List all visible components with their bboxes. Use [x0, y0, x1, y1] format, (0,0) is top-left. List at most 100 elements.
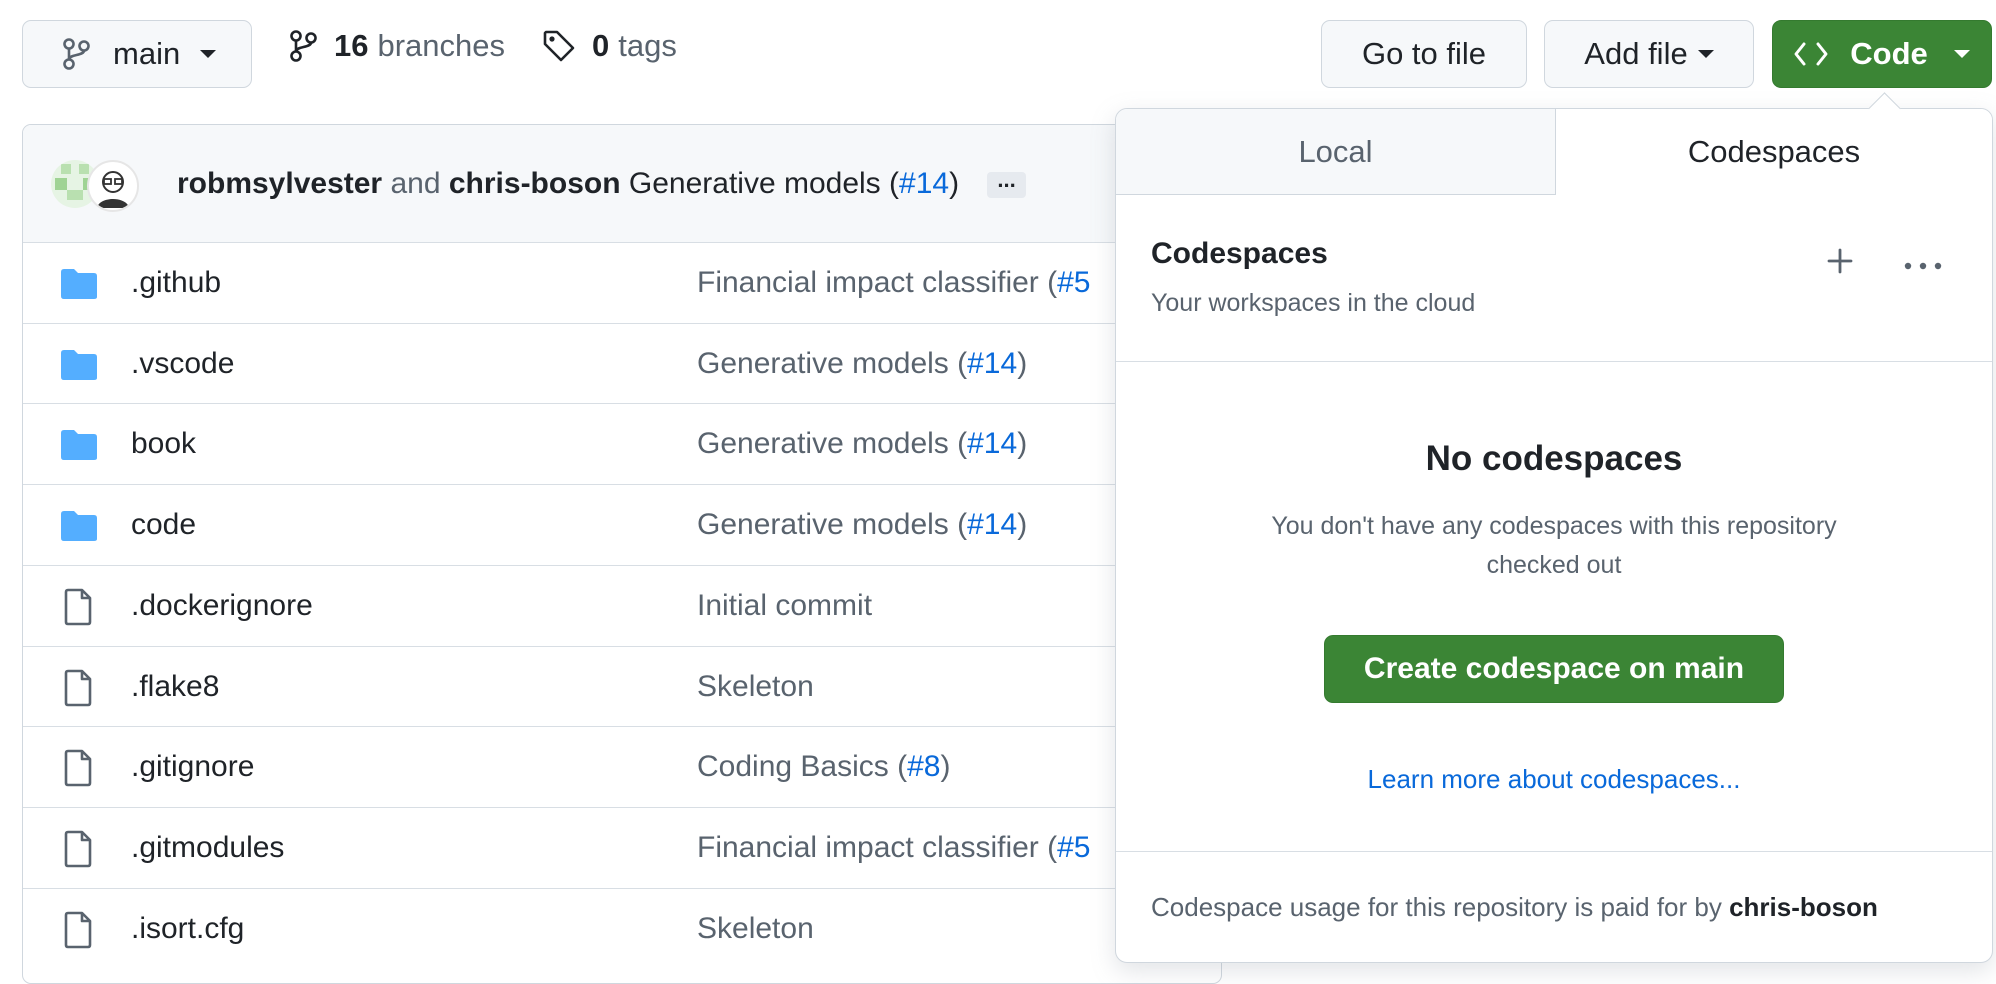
avatar[interactable]	[87, 159, 139, 212]
file-name-link[interactable]: book	[131, 427, 196, 461]
empty-state-title: No codespaces	[1425, 439, 1683, 478]
tab-codespaces[interactable]: Codespaces	[1556, 109, 1992, 195]
commit-avatars	[51, 154, 161, 214]
file-name-link[interactable]: .github	[131, 266, 221, 300]
branches-label: branches	[377, 28, 506, 63]
table-row: book Generative models (#14)	[23, 403, 1221, 484]
file-commit-text: Financial impact classifier (	[697, 266, 1058, 299]
billing-text: Codespace usage for this repository is p…	[1151, 892, 1722, 922]
tab-codespaces-label: Codespaces	[1687, 134, 1861, 169]
file-commit-pr-link[interactable]: #14	[967, 508, 1017, 541]
codespaces-title: Codespaces	[1151, 237, 1328, 270]
commit-author-link[interactable]: chris-boson	[449, 167, 621, 200]
table-row: code Generative models (#14)	[23, 484, 1221, 565]
file-list: robmsylvester and chris-boson Generative…	[22, 124, 1222, 984]
commit-title-close: )	[949, 166, 960, 200]
file-commit-text: Skeleton	[697, 911, 814, 945]
code-button[interactable]: Code	[1772, 20, 1992, 88]
file-commit-text: Generative models (	[697, 508, 968, 542]
file-commit-message[interactable]: Skeleton	[697, 912, 814, 946]
tab-local[interactable]: Local	[1116, 109, 1556, 195]
git-branch-icon	[61, 37, 91, 71]
file-commit-message[interactable]: Generative models (#14)	[697, 347, 1027, 381]
file-name-link[interactable]: .isort.cfg	[131, 912, 244, 946]
codespaces-header: Codespaces Your workspaces in the cloud	[1116, 195, 1992, 362]
branch-name: main	[113, 36, 181, 71]
billing-note: Codespace usage for this repository is p…	[1151, 892, 1878, 923]
table-row: .flake8 Skeleton	[23, 645, 1221, 727]
codespaces-subtitle: Your workspaces in the cloud	[1151, 289, 1476, 317]
folder-icon	[59, 348, 99, 382]
chevron-down-icon	[1953, 50, 1970, 58]
file-commit-close: )	[1017, 508, 1028, 542]
table-row: .gitmodules Financial impact classifier (…	[23, 806, 1221, 888]
commit-title[interactable]: Generative models (	[629, 167, 899, 200]
file-commit-text: Initial commit	[697, 588, 873, 622]
create-codespace-button[interactable]: Create codespace on main	[1324, 635, 1784, 703]
commit-conjunction: and	[390, 166, 441, 200]
table-row: .dockerignore Initial commit	[23, 564, 1221, 646]
file-commit-message[interactable]: Financial impact classifier (#5	[697, 266, 1090, 300]
file-commit-pr-link[interactable]: #5	[1057, 831, 1090, 864]
file-icon	[59, 749, 99, 787]
chevron-down-icon	[200, 50, 217, 58]
file-name-link[interactable]: code	[131, 508, 196, 542]
file-commit-message[interactable]: Generative models (#14)	[697, 508, 1027, 542]
plus-icon[interactable]	[1826, 247, 1854, 275]
code-icon	[1794, 41, 1828, 67]
file-commit-pr-link[interactable]: #14	[967, 427, 1017, 460]
tags-label: tags	[618, 28, 677, 63]
create-codespace-label: Create codespace on main	[1363, 652, 1745, 685]
file-name-link[interactable]: .gitignore	[131, 750, 254, 784]
kebab-horizontal-icon[interactable]	[1903, 261, 1943, 271]
file-icon	[59, 669, 99, 707]
expand-commit-button[interactable]: ...	[987, 168, 1026, 198]
branch-select-button[interactable]: main	[22, 20, 252, 88]
chevron-down-icon	[1697, 50, 1714, 58]
table-row: .isort.cfg Skeleton	[23, 887, 1221, 969]
file-icon	[59, 830, 99, 868]
branches-link[interactable]: 16 branches	[288, 28, 505, 64]
file-commit-close: )	[1017, 346, 1028, 380]
branches-count: 16	[334, 28, 369, 63]
commit-message: robmsylvester and chris-boson Generative…	[177, 167, 1026, 201]
go-to-file-button[interactable]: Go to file	[1321, 20, 1527, 88]
file-commit-message[interactable]: Generative models (#14)	[697, 427, 1027, 461]
file-commit-message[interactable]: Initial commit	[697, 589, 872, 623]
commit-author-link[interactable]: robmsylvester	[177, 167, 382, 200]
file-icon	[59, 588, 99, 626]
file-commit-close: )	[940, 750, 951, 784]
table-row: .vscode Generative models (#14)	[23, 322, 1221, 404]
file-commit-text: Generative models (	[697, 346, 968, 380]
commit-pr-link[interactable]: #14	[899, 167, 949, 200]
file-commit-message[interactable]: Coding Basics (#8)	[697, 750, 950, 784]
tag-icon	[542, 29, 576, 63]
file-commit-text: Skeleton	[697, 669, 814, 703]
file-commit-text: Financial impact classifier (	[697, 830, 1058, 864]
folder-icon	[59, 509, 99, 543]
go-to-file-label: Go to file	[1361, 36, 1487, 71]
folder-icon	[59, 428, 99, 462]
file-commit-message[interactable]: Financial impact classifier (#5	[697, 831, 1090, 865]
file-name-link[interactable]: .gitmodules	[131, 831, 284, 865]
tags-link[interactable]: 0 tags	[542, 28, 677, 64]
file-name-link[interactable]: .vscode	[131, 347, 234, 381]
file-commit-message[interactable]: Skeleton	[697, 670, 814, 704]
file-commit-pr-link[interactable]: #14	[967, 347, 1017, 380]
file-commit-pr-link[interactable]: #5	[1057, 266, 1090, 299]
learn-more-link[interactable]: Learn more about codespaces...	[1116, 764, 1992, 795]
file-commit-text: Coding Basics (	[697, 750, 908, 784]
file-commit-close: )	[1017, 427, 1028, 461]
table-row: .github Financial impact classifier (#5	[23, 242, 1221, 323]
file-commit-pr-link[interactable]: #8	[907, 750, 940, 783]
billing-user: chris-boson	[1729, 892, 1878, 922]
file-name-link[interactable]: .flake8	[131, 670, 219, 704]
latest-commit-bar: robmsylvester and chris-boson Generative…	[23, 125, 1221, 243]
file-commit-text: Generative models (	[697, 427, 968, 461]
table-row: .gitignore Coding Basics (#8)	[23, 726, 1221, 807]
code-dropdown-panel: Local Codespaces Codespaces Your workspa…	[1115, 108, 1993, 963]
file-name-link[interactable]: .dockerignore	[131, 589, 313, 623]
add-file-button[interactable]: Add file	[1544, 20, 1754, 88]
code-label: Code	[1850, 36, 1928, 71]
tab-local-label: Local	[1298, 133, 1373, 169]
